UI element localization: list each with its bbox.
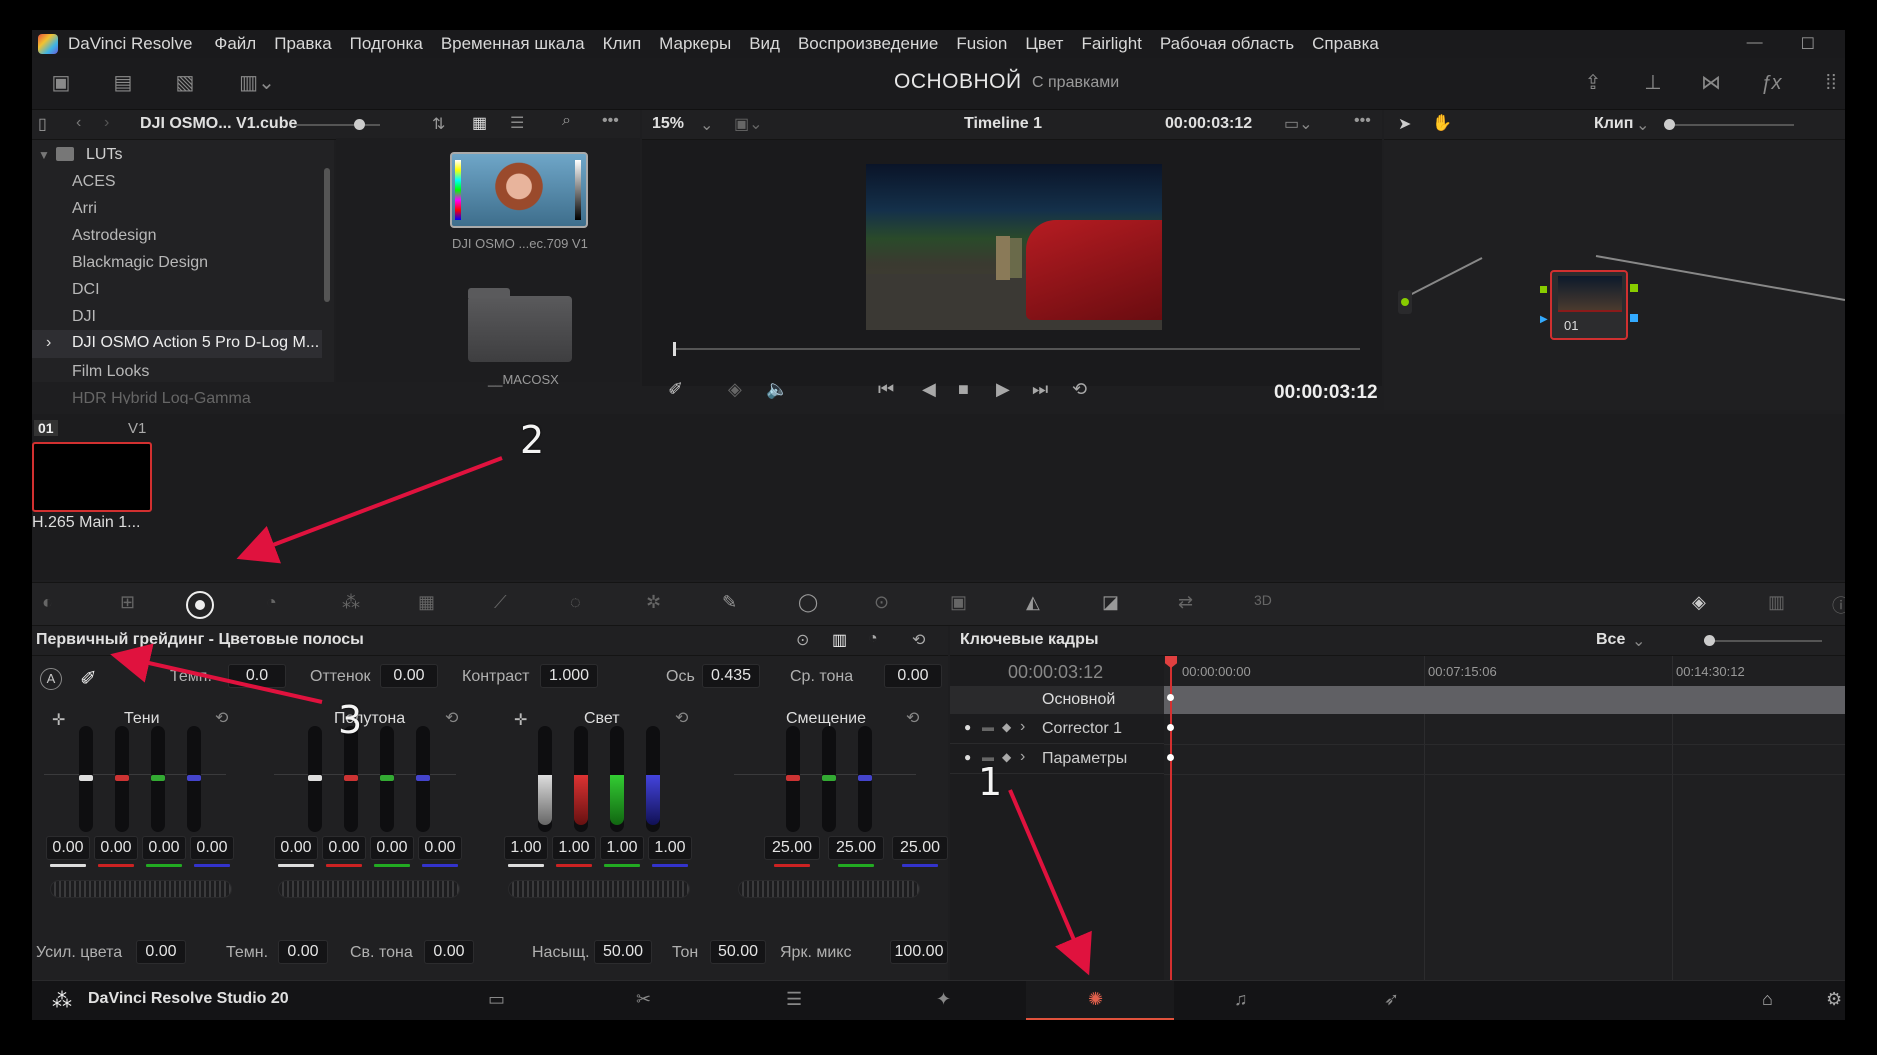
davinci-resolve-window: DaVinci Resolve Файл Правка Подгонка Вре… [32, 30, 1845, 1020]
annotation-label-3: 3 [338, 698, 363, 742]
annotation-label-1: 1 [978, 760, 1003, 804]
annotation-arrows [110, 456, 1092, 976]
annotation-label-2: 2 [520, 418, 545, 462]
